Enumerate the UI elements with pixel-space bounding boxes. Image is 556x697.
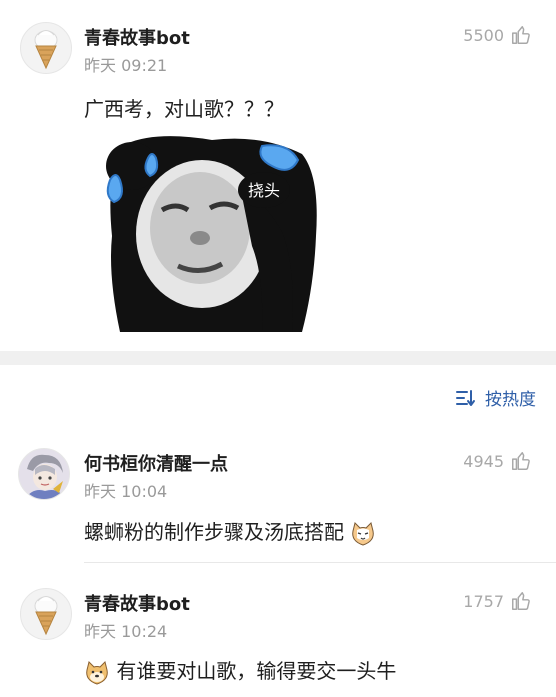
comment-text: 有谁要对山歌，输得要交一头牛 (84, 655, 396, 686)
post-time: 昨天 09:21 (84, 56, 168, 75)
thumbs-up-icon (512, 452, 530, 470)
like-count: 4945 (463, 451, 504, 471)
comment-like-button[interactable]: 1757 (463, 590, 532, 612)
meme-sticker[interactable]: 挠头 (92, 136, 320, 332)
avatar[interactable] (18, 448, 70, 500)
post-author[interactable]: 青春故事bot (84, 24, 190, 50)
post-like-button[interactable]: 5500 (463, 24, 532, 46)
like-count: 5500 (463, 25, 504, 45)
sort-icon (456, 389, 475, 406)
ice-cream-icon (34, 30, 58, 70)
thumbs-up-icon (512, 592, 530, 610)
like-count: 1757 (463, 591, 504, 611)
sort-toggle[interactable]: 按热度 (455, 385, 536, 410)
avatar[interactable] (20, 22, 72, 74)
doge-emoji-icon (86, 660, 108, 685)
anime-avatar-icon (19, 449, 69, 499)
post-text: 广西考，对山歌？？？ (84, 97, 284, 121)
comment-author[interactable]: 何书桓你清醒一点 (84, 450, 228, 476)
sticker-caption: 挠头 (248, 181, 280, 200)
comment-separator (84, 562, 556, 563)
thumbs-up-icon (512, 26, 530, 44)
avatar[interactable] (20, 588, 72, 640)
comment-text: 螺蛳粉的制作步骤及汤底搭配 (84, 516, 376, 547)
cat-emoji-icon (352, 521, 375, 546)
sort-label: 按热度 (485, 390, 536, 410)
comment-author[interactable]: 青春故事bot (84, 590, 190, 616)
comment-time: 昨天 10:24 (84, 622, 168, 641)
section-divider (0, 351, 556, 365)
comment-time: 昨天 10:04 (84, 482, 168, 501)
comment-text-body: 螺蛳粉的制作步骤及汤底搭配 (84, 520, 344, 544)
ice-cream-icon (34, 596, 58, 636)
comment-like-button[interactable]: 4945 (463, 450, 532, 472)
comment-text-body: 有谁要对山歌，输得要交一头牛 (116, 659, 397, 683)
